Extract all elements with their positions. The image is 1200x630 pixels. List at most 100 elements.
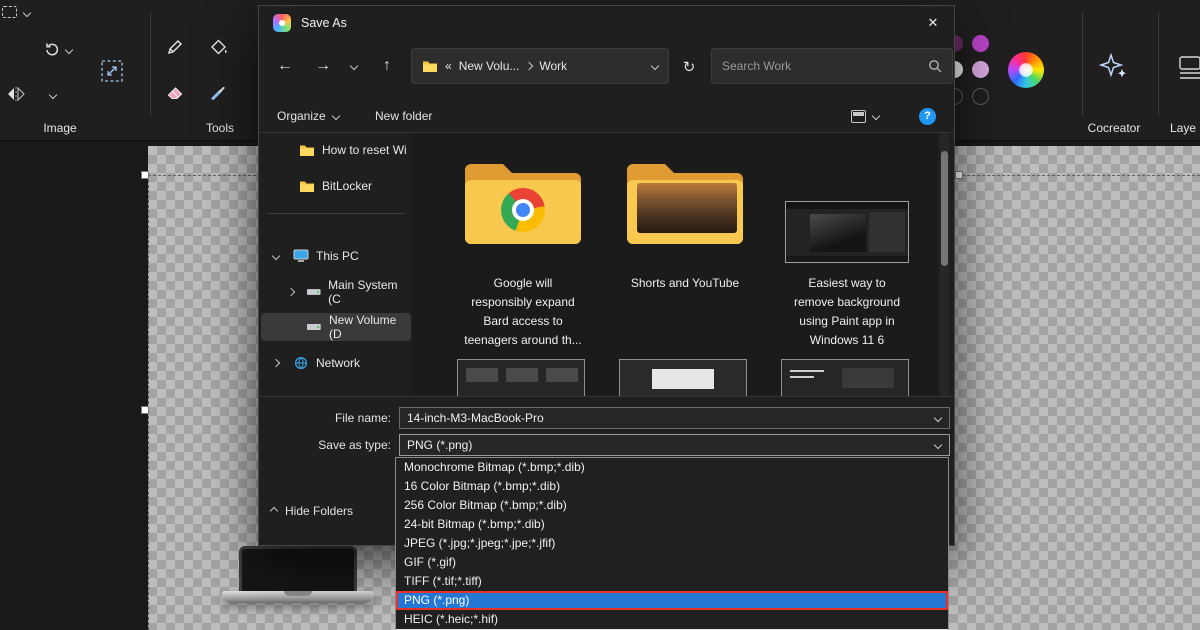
file-tile-shorts-youtube[interactable]: Shorts and YouTube bbox=[611, 152, 759, 384]
dialog-titlebar: Save As bbox=[259, 6, 954, 40]
chevron-down-icon[interactable] bbox=[934, 441, 942, 449]
help-button[interactable]: ? bbox=[919, 104, 936, 128]
file-pane-scrollbar[interactable] bbox=[940, 133, 949, 396]
chevron-down-icon bbox=[331, 112, 339, 120]
color-swatch-empty[interactable] bbox=[972, 88, 989, 105]
resize-icon[interactable] bbox=[96, 55, 128, 87]
filetype-option[interactable]: HEIC (*.heic;*.hif) bbox=[396, 610, 948, 629]
hide-folders-button[interactable]: Hide Folders bbox=[271, 500, 353, 522]
rotate-icon[interactable] bbox=[42, 39, 62, 59]
sidebar-item-bitlocker[interactable]: BitLocker bbox=[261, 172, 411, 200]
dialog-title: Save As bbox=[301, 16, 347, 30]
macbook-base bbox=[222, 591, 374, 603]
expand-chevron-icon[interactable] bbox=[272, 359, 280, 367]
folder-photo-preview bbox=[637, 183, 737, 233]
scrollbar-thumb[interactable] bbox=[941, 151, 948, 266]
toolbar-separator bbox=[1158, 12, 1159, 116]
selection-border bbox=[148, 175, 149, 630]
file-label: Google will responsibly expand Bard acce… bbox=[463, 274, 583, 350]
sidebar-item-network[interactable]: Network bbox=[261, 349, 411, 377]
selection-handle[interactable] bbox=[141, 171, 149, 179]
file-name-label: File name: bbox=[297, 407, 391, 429]
address-bar[interactable]: « New Volu... Work bbox=[411, 48, 669, 84]
expand-chevron-icon[interactable] bbox=[287, 288, 295, 296]
new-folder-label: New folder bbox=[375, 109, 432, 123]
folder-icon bbox=[299, 144, 315, 157]
chevron-down-icon[interactable] bbox=[934, 414, 942, 422]
file-thumbnail-partial[interactable] bbox=[457, 359, 585, 396]
organize-label: Organize bbox=[277, 109, 326, 123]
new-folder-button[interactable]: New folder bbox=[375, 104, 432, 128]
flip-icon[interactable] bbox=[6, 84, 26, 104]
file-tile-google-bard[interactable]: Google will responsibly expand Bard acce… bbox=[449, 152, 597, 384]
selection-handle[interactable] bbox=[141, 406, 149, 414]
sidebar-item-how-to-reset[interactable]: How to reset Wi bbox=[261, 136, 411, 164]
hide-folders-label: Hide Folders bbox=[285, 504, 353, 518]
selection-tool-icon[interactable] bbox=[2, 6, 17, 18]
folder-icon bbox=[422, 60, 438, 73]
color-picker-icon[interactable] bbox=[208, 81, 230, 103]
file-list-pane: Google will responsibly expand Bard acce… bbox=[413, 133, 938, 396]
view-options-button[interactable] bbox=[851, 104, 879, 128]
pencil-icon[interactable] bbox=[164, 36, 186, 58]
cocreator-icon[interactable] bbox=[1098, 50, 1130, 82]
layers-icon[interactable] bbox=[1174, 52, 1200, 82]
chevron-down-icon[interactable] bbox=[49, 91, 57, 99]
file-name-combobox[interactable] bbox=[399, 407, 950, 429]
back-button[interactable]: ← bbox=[273, 53, 297, 79]
sidebar-divider bbox=[267, 213, 405, 214]
filetype-option-selected-png[interactable]: PNG (*.png) bbox=[396, 591, 948, 610]
breadcrumb-root[interactable]: New Volu... bbox=[459, 59, 520, 73]
sidebar-item-label: This PC bbox=[316, 249, 359, 263]
file-name-input[interactable] bbox=[400, 411, 935, 425]
network-icon bbox=[293, 356, 309, 370]
save-as-type-combobox[interactable]: PNG (*.png) bbox=[399, 434, 950, 456]
selection-handle[interactable] bbox=[955, 171, 963, 179]
chrome-logo-icon bbox=[501, 188, 545, 232]
drive-icon bbox=[306, 320, 322, 334]
breadcrumb-overflow[interactable]: « bbox=[445, 59, 452, 73]
toolbar-separator bbox=[150, 12, 151, 116]
sidebar-item-label: How to reset Wi bbox=[322, 143, 407, 157]
file-tile-remove-background[interactable]: Easiest way to remove background using P… bbox=[773, 152, 921, 384]
eraser-icon[interactable] bbox=[164, 81, 186, 103]
filetype-option[interactable]: GIF (*.gif) bbox=[396, 553, 948, 572]
cocreator-label: Cocreator bbox=[1080, 121, 1148, 135]
filetype-option[interactable]: 16 Color Bitmap (*.bmp;*.dib) bbox=[396, 477, 948, 496]
forward-button[interactable]: → bbox=[311, 53, 335, 79]
organize-button[interactable]: Organize bbox=[277, 104, 339, 128]
close-button[interactable]: ✕ bbox=[912, 6, 954, 40]
sidebar-item-this-pc[interactable]: This PC bbox=[261, 242, 411, 270]
file-thumbnail-partial[interactable] bbox=[781, 359, 909, 396]
chevron-down-icon[interactable] bbox=[65, 46, 73, 54]
this-pc-icon bbox=[293, 249, 309, 263]
address-dropdown-chevron-icon[interactable] bbox=[651, 62, 659, 70]
filetype-option[interactable]: TIFF (*.tif;*.tiff) bbox=[396, 572, 948, 591]
color-swatch[interactable] bbox=[972, 61, 989, 78]
drive-icon bbox=[306, 285, 322, 299]
macbook-image bbox=[222, 546, 374, 603]
macbook-screen bbox=[239, 546, 357, 591]
sidebar-item-new-volume[interactable]: New Volume (D bbox=[261, 313, 411, 341]
filetype-option[interactable]: JPEG (*.jpg;*.jpeg;*.jpe;*.jfif) bbox=[396, 534, 948, 553]
chevron-down-icon[interactable] bbox=[23, 9, 31, 17]
file-label: Shorts and YouTube bbox=[625, 274, 745, 293]
search-box[interactable] bbox=[711, 48, 953, 84]
breadcrumb-current[interactable]: Work bbox=[539, 59, 567, 73]
up-button[interactable]: ↑ bbox=[375, 53, 399, 79]
file-thumbnail-partial[interactable] bbox=[619, 359, 747, 396]
refresh-button[interactable]: ↻ bbox=[677, 54, 701, 80]
edit-colors-wheel-icon[interactable] bbox=[1008, 52, 1044, 88]
sidebar-item-main-system[interactable]: Main System (C bbox=[261, 278, 411, 306]
filetype-option[interactable]: Monochrome Bitmap (*.bmp;*.dib) bbox=[396, 458, 948, 477]
recent-locations-chevron-icon[interactable] bbox=[350, 62, 358, 70]
search-input[interactable] bbox=[712, 59, 928, 73]
view-icon bbox=[851, 110, 866, 123]
chevron-up-icon bbox=[270, 507, 278, 515]
filetype-option[interactable]: 256 Color Bitmap (*.bmp;*.dib) bbox=[396, 496, 948, 515]
expand-chevron-icon[interactable] bbox=[272, 252, 280, 260]
color-swatch[interactable] bbox=[972, 35, 989, 52]
fill-bucket-icon[interactable] bbox=[208, 36, 230, 58]
filetype-option[interactable]: 24-bit Bitmap (*.bmp;*.dib) bbox=[396, 515, 948, 534]
image-group-label: Image bbox=[28, 121, 92, 135]
